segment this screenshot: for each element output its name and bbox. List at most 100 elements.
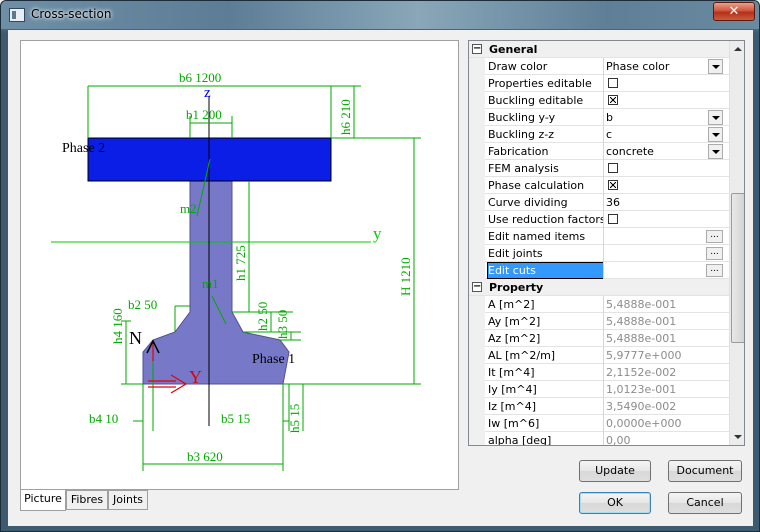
ellipsis-button[interactable]: ... [706, 247, 723, 260]
property-value[interactable]: c [606, 127, 724, 142]
property-name[interactable]: Az [m^2] [488, 331, 603, 346]
column-divider[interactable] [603, 415, 604, 432]
property-checkbox[interactable] [608, 163, 618, 173]
column-divider[interactable] [603, 211, 604, 228]
property-name[interactable]: Use reduction factors [488, 212, 603, 227]
column-divider[interactable] [603, 398, 604, 415]
document-button[interactable]: Document [668, 460, 742, 482]
property-name[interactable]: Fabrication [488, 144, 603, 159]
property-checkbox[interactable] [608, 180, 618, 190]
tab-fibres[interactable]: Fibres [66, 490, 108, 510]
column-divider[interactable] [603, 109, 604, 126]
property-row-alpha-deg[interactable]: alpha [deg] 0,00 [469, 432, 729, 445]
property-row-curve-dividing[interactable]: Curve dividing 36 [469, 194, 729, 211]
column-divider[interactable] [603, 364, 604, 381]
property-row-buckling-editable[interactable]: Buckling editable [469, 92, 729, 109]
column-divider[interactable] [603, 160, 604, 177]
property-name[interactable]: Phase calculation [488, 178, 603, 193]
property-checkbox[interactable] [608, 95, 618, 105]
column-divider[interactable] [603, 313, 604, 330]
property-name[interactable]: alpha [deg] [488, 433, 603, 445]
property-name[interactable]: Iy [m^4] [488, 382, 603, 397]
scroll-down-button[interactable] [731, 429, 744, 445]
property-grid-scrollbar[interactable] [729, 41, 744, 445]
column-divider[interactable] [603, 262, 604, 279]
property-row-use-reduction-factors[interactable]: Use reduction factors [469, 211, 729, 228]
dropdown-arrow-icon[interactable] [708, 144, 723, 159]
property-value[interactable]: b [606, 110, 724, 125]
close-button[interactable]: ✕ [713, 2, 755, 21]
property-row-edit-joints[interactable]: Edit joints... [469, 245, 729, 262]
property-name[interactable]: Buckling editable [488, 93, 603, 108]
property-row-edit-cuts[interactable]: Edit cuts... [469, 262, 729, 279]
category-property[interactable]: − Property [469, 279, 729, 296]
property-value[interactable]: concrete [606, 144, 724, 159]
property-row-it-m-4[interactable]: It [m^4] 2,1152e-002 [469, 364, 729, 381]
property-checkbox[interactable] [608, 214, 618, 224]
property-row-phase-calculation[interactable]: Phase calculation [469, 177, 729, 194]
property-row-iz-m-4[interactable]: Iz [m^4] 3,5490e-002 [469, 398, 729, 415]
property-row-buckling-y-y[interactable]: Buckling y-y b [469, 109, 729, 126]
column-divider[interactable] [603, 228, 604, 245]
property-row-a-m-2[interactable]: A [m^2] 5,4888e-001 [469, 296, 729, 313]
column-divider[interactable] [603, 143, 604, 160]
cross-section-drawing[interactable]: b6 1200 h6 210 b1 200 H 1210 h1 725 h2 5… [20, 40, 459, 490]
ok-button[interactable]: OK [579, 492, 651, 514]
property-name[interactable]: Properties editable [488, 76, 603, 91]
dropdown-arrow-icon[interactable] [708, 59, 723, 74]
property-name[interactable]: Draw color [488, 59, 603, 74]
property-row-buckling-z-z[interactable]: Buckling z-z c [469, 126, 729, 143]
property-grid[interactable]: − General Draw color Phase color Properties … [468, 40, 745, 446]
property-name[interactable]: Edit named items [488, 229, 603, 244]
property-name[interactable]: Edit joints [488, 246, 603, 261]
column-divider[interactable] [603, 330, 604, 347]
scroll-thumb[interactable] [731, 193, 744, 343]
category-general[interactable]: − General [469, 41, 729, 58]
property-row-properties-editable[interactable]: Properties editable [469, 75, 729, 92]
property-name[interactable]: Edit cuts [487, 262, 604, 279]
column-divider[interactable] [603, 58, 604, 75]
property-row-iy-m-4[interactable]: Iy [m^4] 1,0123e-001 [469, 381, 729, 398]
ellipsis-button[interactable]: ... [706, 230, 723, 243]
property-name[interactable]: It [m^4] [488, 365, 603, 380]
property-name[interactable]: Iz [m^4] [488, 399, 603, 414]
cancel-button[interactable]: Cancel [668, 492, 742, 514]
property-row-az-m-2[interactable]: Az [m^2] 5,4888e-001 [469, 330, 729, 347]
column-divider[interactable] [603, 347, 604, 364]
property-name[interactable]: Iw [m^6] [488, 416, 603, 431]
property-name[interactable]: A [m^2] [488, 297, 603, 312]
column-divider[interactable] [603, 92, 604, 109]
property-row-ay-m-2[interactable]: Ay [m^2] 5,4888e-001 [469, 313, 729, 330]
scroll-up-button[interactable] [731, 42, 744, 58]
column-divider[interactable] [603, 194, 604, 211]
title-bar[interactable]: Cross-section ✕ [1, 1, 759, 29]
property-row-fem-analysis[interactable]: FEM analysis [469, 160, 729, 177]
column-divider[interactable] [603, 432, 604, 445]
property-name[interactable]: Ay [m^2] [488, 314, 603, 329]
property-name[interactable]: FEM analysis [488, 161, 603, 176]
column-divider[interactable] [603, 177, 604, 194]
property-name[interactable]: Buckling y-y [488, 110, 603, 125]
property-name[interactable]: AL [m^2/m] [488, 348, 603, 363]
property-row-draw-color[interactable]: Draw color Phase color [469, 58, 729, 75]
property-value[interactable]: Phase color [606, 59, 724, 74]
collapse-icon[interactable]: − [472, 44, 482, 54]
update-button[interactable]: Update [579, 460, 651, 482]
column-divider[interactable] [603, 296, 604, 313]
dropdown-arrow-icon[interactable] [708, 110, 723, 125]
collapse-icon[interactable]: − [472, 282, 482, 292]
property-value[interactable]: 36 [606, 195, 724, 210]
property-name[interactable]: Curve dividing [488, 195, 603, 210]
property-row-iw-m-6[interactable]: Iw [m^6] 0,0000e+000 [469, 415, 729, 432]
property-row-edit-named-items[interactable]: Edit named items... [469, 228, 729, 245]
ellipsis-button[interactable]: ... [706, 264, 723, 277]
column-divider[interactable] [603, 245, 604, 262]
tab-joints[interactable]: Joints [108, 490, 148, 510]
property-checkbox[interactable] [608, 78, 618, 88]
property-name[interactable]: Buckling z-z [488, 127, 603, 142]
property-row-al-m-2-m[interactable]: AL [m^2/m] 5,9777e+000 [469, 347, 729, 364]
tab-picture[interactable]: Picture [20, 490, 66, 511]
column-divider[interactable] [603, 381, 604, 398]
column-divider[interactable] [603, 126, 604, 143]
dropdown-arrow-icon[interactable] [708, 127, 723, 142]
